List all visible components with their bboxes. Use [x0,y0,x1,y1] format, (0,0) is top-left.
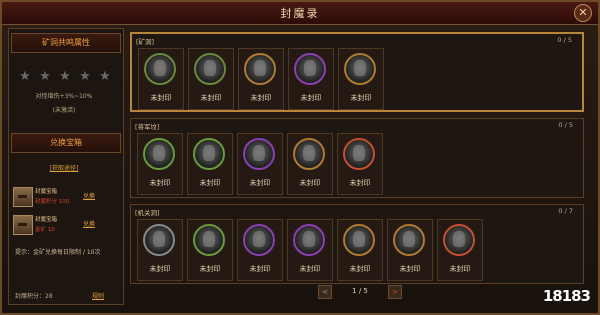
seal-status-label: 未封印 [349,179,371,187]
monster-portrait-icon [244,53,276,85]
star-rating: ★ ★ ★ ★ ★ [15,65,115,84]
status-text: (未激活) [52,107,76,114]
monster-portrait-icon [143,138,175,170]
group-count: 0 / 5 [557,36,572,44]
monster-portrait-icon [144,53,176,85]
chest-cost: 封魔积分 100 [35,199,70,205]
star-icon: ★ [59,69,71,84]
left-panel: 矿洞共鸣属性 ★ ★ ★ ★ ★ 对怪增伤+3%~10% (未激活) 兑换宝箱 [获取途… [8,28,124,305]
monster-portrait-icon [294,53,326,85]
chest-row: 封魔宝箱 封魔积分 100 兑换 [13,185,119,209]
monster-portrait-icon [343,224,375,256]
monster-slot[interactable]: 未封印 [137,219,183,281]
group-title: [矿洞] [136,38,155,46]
monster-portrait-icon [344,53,376,85]
monster-portrait-icon [143,224,175,256]
monster-slot[interactable]: 未封印 [137,133,183,195]
points-label: 封魔积分：28 [15,293,53,300]
group-count: 0 / 5 [558,121,573,129]
seal-status-label: 未封印 [250,94,272,102]
monster-slot[interactable]: 未封印 [287,219,333,281]
group-title: [将军坟] [135,123,160,131]
page-indicator: 1 / 5 [352,287,368,295]
seal-status-label: 未封印 [299,265,321,273]
seal-status-label: 未封印 [149,179,171,187]
monster-slot[interactable]: 未封印 [237,219,283,281]
seal-status-label: 未封印 [199,179,221,187]
seal-status-label: 未封印 [350,94,372,102]
close-icon: ✕ [578,6,588,19]
tip-text: 提示：金矿兑换每日限制 / 10次 [15,249,101,256]
group-count: 0 / 7 [558,207,573,215]
seal-status-label: 未封印 [249,179,271,187]
chest-name: 封魔宝箱 [35,217,58,223]
exchange-button[interactable]: 兑换 [83,191,95,200]
exchange-section-title: 兑换宝箱 [11,133,121,153]
seal-status-label: 未封印 [349,265,371,273]
monster-slot[interactable]: 未封印 [237,133,283,195]
close-button[interactable]: ✕ [574,4,592,22]
chest-icon [13,187,33,207]
watermark-text: 18183 [542,287,591,305]
monster-slot[interactable]: 未封印 [338,48,384,110]
monster-group: [矿洞] 0 / 5 未封印 未封印 未封印 未封印 未封印 [130,32,584,112]
star-icon: ★ [19,69,31,84]
prev-page-button[interactable]: < [318,285,332,299]
seal-status-label: 未封印 [300,94,322,102]
monster-portrait-icon [193,138,225,170]
monster-slot[interactable]: 未封印 [437,219,483,281]
get-source-link[interactable]: [获取途径] [9,163,119,172]
monster-group: [机关洞] 0 / 7 未封印 未封印 未封印 未封印 未封印 未封印 未封印 [130,204,584,284]
monster-slot[interactable]: 未封印 [288,48,334,110]
monster-group: [将军坟] 0 / 5 未封印 未封印 未封印 未封印 未封印 [130,118,584,198]
monster-slot[interactable]: 未封印 [187,133,233,195]
monster-slot[interactable]: 未封印 [187,219,233,281]
group-title: [机关洞] [135,209,160,217]
star-icon: ★ [39,69,51,84]
star-icon: ★ [79,69,91,84]
monster-slot[interactable]: 未封印 [238,48,284,110]
monster-slot[interactable]: 未封印 [387,219,433,281]
chest-name: 封魔宝箱 [35,189,58,195]
pager: < 1 / 5 > [312,285,412,299]
monster-portrait-icon [243,138,275,170]
monster-portrait-icon [443,224,475,256]
monster-slot[interactable]: 未封印 [188,48,234,110]
monster-slot[interactable]: 未封印 [337,219,383,281]
monster-portrait-icon [343,138,375,170]
exchange-button[interactable]: 兑换 [83,219,95,228]
seal-status-label: 未封印 [249,265,271,273]
seal-status-label: 未封印 [449,265,471,273]
seal-status-label: 未封印 [200,94,222,102]
seal-status-label: 未封印 [149,265,171,273]
star-icon: ★ [99,69,111,84]
monster-portrait-icon [393,224,425,256]
resonance-section-title: 矿洞共鸣属性 [11,33,121,53]
seal-status-label: 未封印 [150,94,172,102]
bonus-text: 对怪增伤+3%~10% [35,93,93,100]
site-watermark: 18183 [532,275,591,305]
monster-portrait-icon [193,224,225,256]
window-title: 封魔录 [280,7,320,20]
seal-status-label: 未封印 [399,265,421,273]
monster-portrait-icon [293,224,325,256]
next-page-button[interactable]: > [388,285,402,299]
chest-icon [13,215,33,235]
title-bar: 封魔录 ✕ [2,2,598,25]
rules-link[interactable]: 规则 [83,291,113,300]
monster-portrait-icon [243,224,275,256]
monster-portrait-icon [194,53,226,85]
monster-slot[interactable]: 未封印 [337,133,383,195]
chest-row: 封魔宝箱 金矿 10 兑换 [13,213,119,237]
chest-cost: 金矿 10 [35,227,55,233]
monster-portrait-icon [293,138,325,170]
monster-slot[interactable]: 未封印 [287,133,333,195]
seal-status-label: 未封印 [299,179,321,187]
seal-status-label: 未封印 [199,265,221,273]
monster-slot[interactable]: 未封印 [138,48,184,110]
right-panel: [矿洞] 0 / 5 未封印 未封印 未封印 未封印 未封印 [将军坟] 0 / 5 未封印 未封印… [126,28,592,303]
seal-record-window: 封魔录 ✕ 矿洞共鸣属性 ★ ★ ★ ★ ★ 对怪增伤+3%~10% (未激活) 兑换宝… [0,0,600,315]
